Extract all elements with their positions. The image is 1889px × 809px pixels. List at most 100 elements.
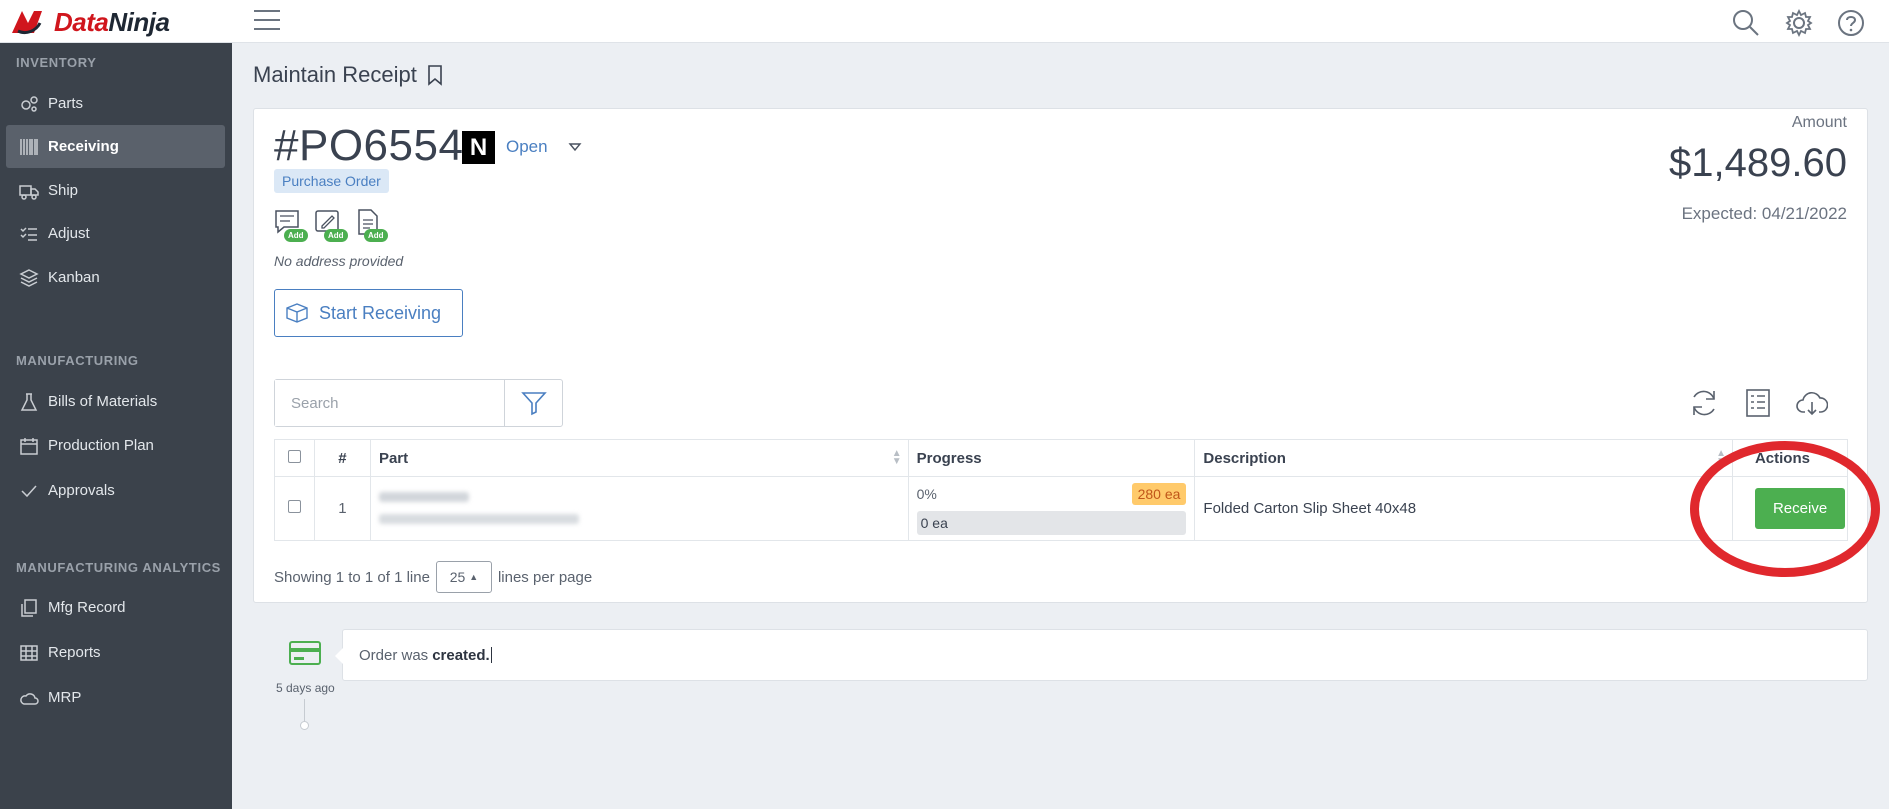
col-description-header[interactable]: Description ▲ ▼ [1194,439,1733,477]
col-num-header[interactable]: # [313,439,371,477]
per-page-suffix: lines per page [497,568,593,586]
table-row: 1 0% 280 ea 0 ea Folded Carton Slip Shee… [274,476,1849,541]
layers-icon [18,267,40,289]
sidebar-item-label: Reports [48,644,101,661]
sidebar-item-bills-of-materials[interactable]: Bills of Materials [6,380,225,423]
page-title: Maintain Receipt [253,62,443,88]
gears-icon [18,93,40,115]
check-icon [18,480,40,502]
select-all-cell [274,439,315,477]
bookmark-icon[interactable] [427,64,443,86]
logo-text: DataNinja [54,6,170,37]
page-title-text: Maintain Receipt [253,62,417,87]
po-number: #PO6554 [274,121,464,170]
sidebar-item-label: Bills of Materials [48,393,158,410]
highlight-ellipse [1690,441,1880,577]
table-icon [18,642,40,664]
column-list-icon[interactable] [1742,387,1774,419]
gear-icon[interactable] [1784,8,1814,38]
add-document-button[interactable]: Add [354,209,388,243]
row-progress: 0% 280 ea 0 ea [907,476,1196,541]
notion-badge[interactable]: N [462,131,495,164]
logo[interactable]: DataNinja [8,5,170,39]
add-actions: Add Add Add [274,209,388,243]
sidebar-item-label: Production Plan [48,437,154,454]
amount-value: $1,489.60 [1669,141,1847,185]
expected-date: Expected: 04/21/2022 [1681,204,1847,223]
row-select-cell [274,476,315,541]
calendar-icon [18,435,40,457]
timeline-event: created. [432,646,490,664]
col-part-header[interactable]: Part ▲ ▼ [369,439,909,477]
sidebar-item-label: Parts [48,95,84,112]
logo-mark-icon [12,11,42,35]
checklist-icon [18,223,40,245]
sidebar-section-manufacturing: MANUFACTURING [16,353,139,368]
filter-icon [520,392,547,416]
sidebar-item-kanban[interactable]: Kanban [6,256,225,299]
row-part-redacted[interactable] [369,476,909,541]
address-text: No address provided [274,253,404,269]
sidebar-section-manufacturing-analytics: MANUFACTURING ANALYTICS [16,560,221,575]
status-label[interactable]: Open [506,137,548,157]
order-type-badge: Purchase Order [274,169,389,193]
search-box [274,379,563,427]
col-progress-header[interactable]: Progress [907,439,1196,477]
sidebar-item-mrp[interactable]: MRP [6,676,225,719]
caret-up-icon: ▲ [469,572,479,582]
cloud-icon [18,687,40,709]
filter-button[interactable] [504,380,562,426]
progress-bar: 0 ea [916,510,1187,535]
top-bar: DataNinja [0,0,1889,43]
text-cursor [490,647,492,663]
showing-text: Showing 1 to 1 of 1 line [274,568,430,586]
sidebar: INVENTORY Parts Receiving Ship Adjust Ka… [0,43,232,809]
menu-toggle-icon[interactable] [254,10,280,32]
sidebar-item-ship[interactable]: Ship [6,169,225,212]
sidebar-item-approvals[interactable]: Approvals [6,469,225,512]
credit-card-icon [289,641,321,665]
start-receiving-button[interactable]: Start Receiving [274,289,463,337]
sidebar-item-receiving[interactable]: Receiving [6,125,225,168]
sidebar-item-production-plan[interactable]: Production Plan [6,424,225,467]
copy-icon [18,597,40,619]
chevron-down-icon[interactable] [568,142,582,152]
search-input[interactable] [275,380,505,426]
sidebar-item-label: MRP [48,689,82,706]
cloud-download-icon[interactable] [1796,387,1828,419]
lines-table: # Part ▲ ▼ Progress Description ▲ ▼ Actions … [274,439,1849,541]
help-icon[interactable] [1836,8,1866,38]
add-comment-button[interactable]: Add [274,209,308,243]
barcode-icon [18,136,40,158]
truck-icon [18,180,40,202]
timeline-entry: Order was created. [335,629,1868,681]
timeline-line [304,699,305,721]
sidebar-item-mfg-record[interactable]: Mfg Record [6,586,225,629]
sidebar-item-label: Mfg Record [48,599,126,616]
row-num: 1 [313,476,371,541]
pagination: Showing 1 to 1 of 1 line 25 ▲ lines per … [274,561,592,593]
sidebar-section-inventory: INVENTORY [16,55,97,70]
sidebar-item-label: Ship [48,182,79,199]
ordered-qty-badge: 280 ea [1131,482,1187,505]
sidebar-item-label: Adjust [48,225,90,242]
sidebar-item-adjust[interactable]: Adjust [6,212,225,255]
amount-label: Amount [1791,114,1847,131]
sidebar-item-label: Receiving [48,138,119,155]
add-note-button[interactable]: Add [314,209,348,243]
order-card: #PO6554 N Open Purchase Order Add Add Ad… [253,108,1868,603]
select-all-checkbox[interactable] [288,449,301,463]
box-icon [286,303,308,323]
table-header-row: # Part ▲ ▼ Progress Description ▲ ▼ Actions [274,439,1849,477]
progress-percent: 0% [916,485,937,502]
per-page-select[interactable]: 25 ▲ [435,561,492,593]
refresh-icon[interactable] [1688,387,1720,419]
timeline-dot [300,721,309,730]
sidebar-item-label: Kanban [48,269,100,286]
sidebar-item-parts[interactable]: Parts [6,82,225,125]
sort-icon: ▲ ▼ [891,447,902,467]
row-checkbox[interactable] [288,500,301,513]
sidebar-item-reports[interactable]: Reports [6,631,225,674]
search-icon[interactable] [1731,8,1761,38]
flask-icon [18,391,40,413]
